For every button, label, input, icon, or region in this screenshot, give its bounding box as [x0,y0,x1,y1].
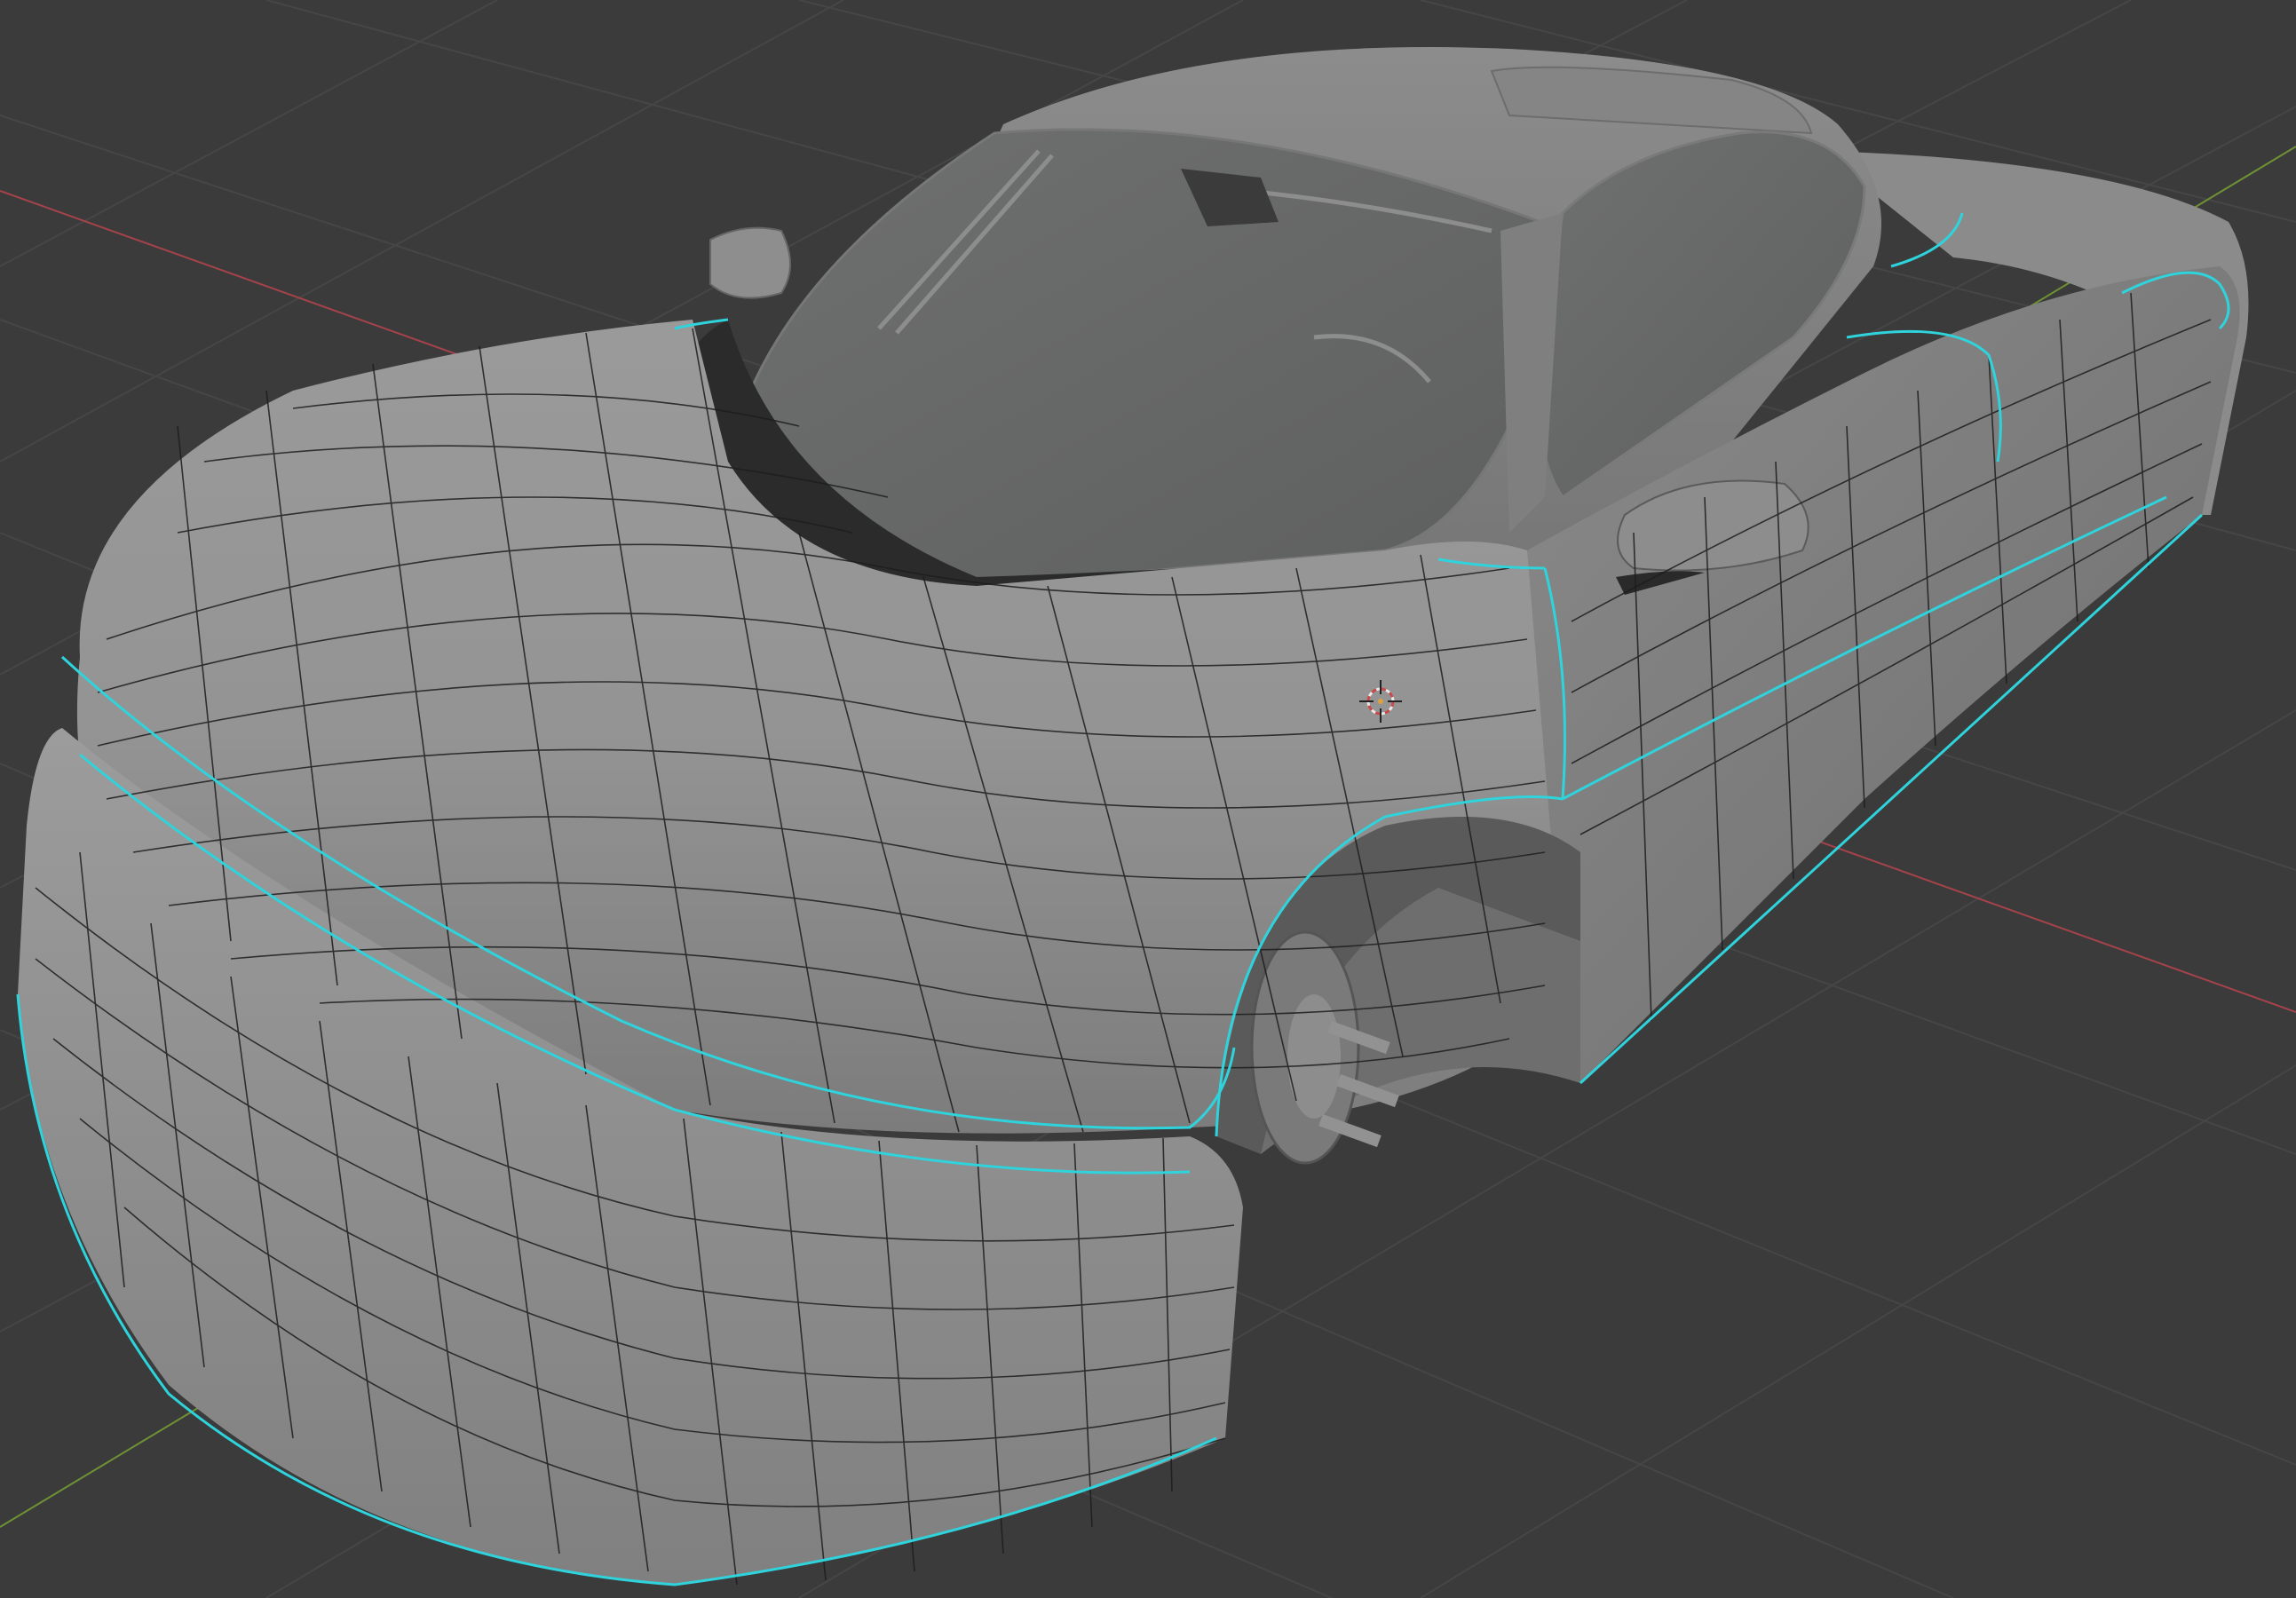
left-mirror [709,226,791,299]
3d-viewport[interactable] [0,0,2296,1598]
